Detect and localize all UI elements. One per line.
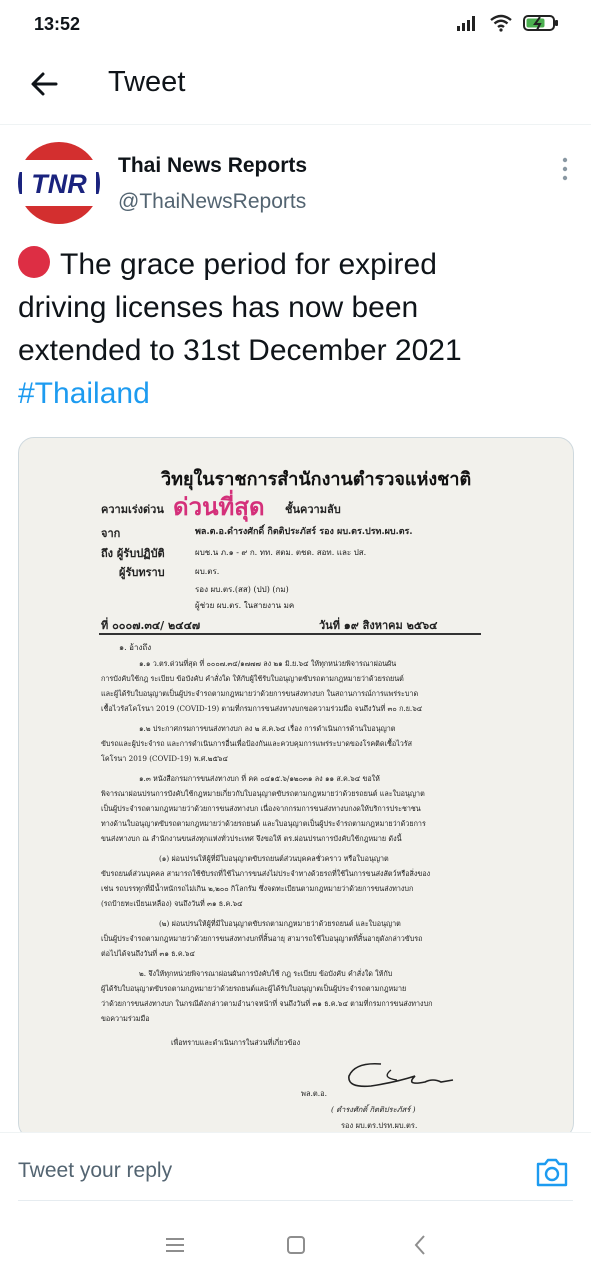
document-date: วันที่ ๑๙ สิงหาคม ๒๕๖๔ (319, 619, 438, 632)
divider-line (99, 633, 481, 635)
paragraph-line: (๑) ผ่อนปรนให้ผู้ที่มีใบอนุญาตขับรถยนต์ส… (159, 854, 389, 863)
author-handle[interactable]: @ThaiNewsReports (118, 190, 306, 214)
tnr-logo: TNR (18, 142, 100, 224)
system-nav-bar (0, 1212, 591, 1280)
camera-icon[interactable] (535, 1155, 569, 1189)
paragraph-line: ๑.๓ หนังสือกรมการขนส่งทางบก ที่ คค ๐๔๑๕.… (139, 774, 380, 783)
signature-rank: พล.ต.อ. (301, 1089, 328, 1098)
status-icons (457, 14, 559, 32)
tweet-text-line2: driving licenses has now been (18, 291, 419, 324)
paragraph-line: พิจารณาผ่อนปรนการบังคับใช้กฎหมายเกี่ยวกั… (101, 789, 425, 798)
from-value: พล.ต.อ.ดำรงศักดิ์ กิตติประภัสร์ รอง ผบ.ต… (195, 527, 413, 537)
paragraph-line: เชื้อไวรัสโคโรนา 2019 (COVID-19) ตามที่ก… (101, 704, 423, 713)
paragraph-line: ขับรถและผู้ประจำรถ และการดำเนินการอื่นเพ… (101, 739, 413, 748)
paragraph-line: และผู้ได้รับใบอนุญาตเป็นผู้ประจำรถตามกฎห… (101, 689, 419, 698)
avatar-text: TNR (31, 169, 87, 199)
paragraph-line: ๒. จึงให้ทุกหน่วยพิจารณาผ่อนผันการบังคับ… (139, 969, 393, 978)
paragraph-line: เป็นผู้ประจำรถตามกฎหมายว่าด้วยการขนส่งทา… (101, 804, 421, 813)
tweet-text-line1: The grace period for expired (60, 248, 437, 281)
paragraph-line: ขับรถยนต์ส่วนบุคคล สามารถใช้ขับรถที่ใช้ใ… (101, 869, 431, 878)
tweet-header: TNR Thai News Reports @ThaiNewsReports (18, 142, 578, 228)
author-name[interactable]: Thai News Reports (118, 154, 307, 178)
tweet-line: The grace period for expired (18, 243, 568, 286)
urgency-label: ความเร่งด่วน (101, 503, 164, 516)
nav-back-icon[interactable] (412, 1234, 428, 1256)
cc-value-2: รอง ผบ.ตร.(สส) (ปป) (กม) (195, 585, 289, 594)
reply-input[interactable]: Tweet your reply (18, 1159, 172, 1183)
app-bar: Tweet (0, 52, 591, 125)
tweet-image-card[interactable]: วิทยุในราชการสำนักงานตำรวจแห่งชาติ ความเ… (18, 437, 574, 1139)
urgency-stamp: ด่วนที่สุด (173, 492, 265, 521)
status-time: 13:52 (34, 14, 81, 34)
paragraph-line: ๑.๑ ว.ตร.ด่วนที่สุด ที่ ๐๐๐๗.๓๔/๑๗๗๗ ลง … (139, 659, 397, 668)
to-label: ถึง ผู้รับปฏิบัติ (101, 547, 165, 560)
back-arrow-icon[interactable] (28, 68, 60, 100)
paragraph-line: โคโรนา 2019 (COVID-19) พ.ศ.๒๕๖๔ (101, 754, 228, 763)
paragraph-line: ว่าด้วยการขนส่งทางบก ในกรณีดังกล่าวตามอำ… (101, 999, 433, 1008)
paragraph-line: ต่อไปได้จนถึงวันที่ ๓๑ ธ.ค.๖๔ (101, 949, 195, 958)
paragraph-line: เช่น รถบรรทุกที่มีน้ำหนักรถไม่เกิน ๒,๒๐๐… (101, 884, 414, 893)
cc-value-3: ผู้ช่วย ผบ.ตร. ในสายงาน มค (195, 601, 295, 610)
avatar[interactable]: TNR (18, 142, 100, 224)
paragraph-line: ๑.๒ ประกาศกรมการขนส่งทางบก ลง ๒ ส.ค.๖๔ เ… (139, 724, 396, 733)
paragraph-line: (รถป้ายทะเบียนเหลือง) จนถึงวันที่ ๓๑ ธ.ค… (101, 899, 243, 908)
closing-line: เพื่อทราบและดำเนินการในส่วนที่เกี่ยวข้อง (171, 1038, 301, 1047)
cc-value-1: ผบ.ตร. (195, 567, 220, 576)
signature-name: ( ดำรงศักดิ์ กิตติประภัสร์ ) (331, 1105, 416, 1114)
paragraph-line: การบังคับใช้กฎ ระเบียบ ข้อบังคับ คำสั่งใ… (101, 674, 404, 683)
paragraph-line: (๒) ผ่อนปรนให้ผู้ที่มีใบอนุญาตขับรถตามกฎ… (159, 919, 401, 928)
signature-image (348, 1062, 454, 1088)
signal-icon (457, 16, 475, 31)
recents-menu-icon[interactable] (164, 1236, 186, 1254)
paragraph-line: ผู้ได้รับใบอนุญาตขับรถตามกฎหมายว่าด้วยรถ… (101, 984, 407, 993)
reply-divider (18, 1200, 573, 1201)
status-bar: 13:52 (0, 0, 591, 52)
more-options-icon[interactable] (560, 156, 570, 182)
home-square-icon[interactable] (287, 1236, 305, 1254)
paragraph-line: เป็นผู้ประจำรถตามกฎหมายว่าด้วยการขนส่งทา… (101, 934, 423, 943)
signature-title: รอง ผบ.ตร.ปรท.ผบ.ตร. (341, 1121, 418, 1130)
tweet-text-line3: extended to 31st December 2021 (18, 334, 462, 367)
document-image: วิทยุในราชการสำนักงานตำรวจแห่งชาติ ความเ… (19, 438, 573, 1138)
hashtag-link[interactable]: #Thailand (18, 372, 568, 415)
battery-charging-icon (523, 15, 558, 31)
paragraph-line: ขอความร่วมมือ (101, 1014, 150, 1023)
paragraph-line: ทางด้านใบอนุญาตขับรถตามกฎหมายว่าด้วยรถยน… (101, 819, 426, 828)
wifi-icon (490, 14, 512, 32)
secrecy-label: ชั้นความลับ (285, 503, 341, 516)
cc-label: ผู้รับทราบ (119, 566, 165, 579)
to-value: ผบช.น ภ.๑ - ๙ ก. ทท. สตม. ตชด. สอท. และ … (195, 548, 367, 557)
paragraph-line: ขนส่งทางบก ณ สำนักงานขนส่งทุกแห่งทั่วประ… (101, 834, 402, 843)
paragraph-line: ๑. อ้างถึง (119, 643, 152, 652)
from-label: จาก (101, 527, 121, 540)
reference-number: ที่ ๐๐๐๗.๓๔/ ๒๔๔๗ (101, 619, 201, 632)
red-circle-icon (18, 246, 50, 278)
tweet-text: The grace period for expired driving lic… (18, 243, 568, 415)
page-title: Tweet (108, 66, 186, 98)
